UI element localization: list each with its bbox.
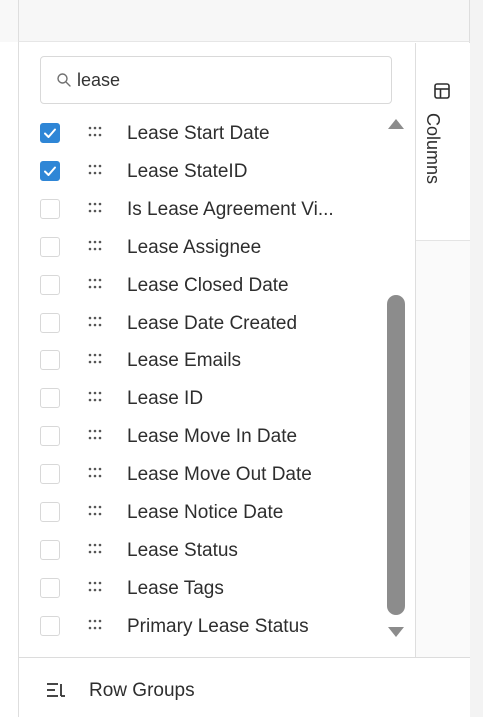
drag-handle-icon[interactable] [88, 277, 102, 291]
drag-handle-icon[interactable] [88, 580, 102, 594]
drag-handle-icon[interactable] [88, 125, 102, 139]
column-list-item[interactable]: Lease Date Created [19, 305, 389, 343]
column-visibility-checkbox[interactable] [40, 539, 60, 560]
column-visibility-checkbox[interactable] [40, 312, 60, 333]
column-visibility-checkbox[interactable] [40, 236, 60, 257]
drag-handle-icon[interactable] [88, 466, 102, 480]
side-bar: Columns [415, 43, 470, 657]
drag-handle-icon[interactable] [88, 352, 102, 366]
drag-handle-icon[interactable] [88, 315, 102, 329]
column-label: Lease Status [127, 539, 238, 561]
column-label: Lease StateID [127, 160, 248, 182]
column-visibility-checkbox[interactable] [40, 577, 60, 598]
column-visibility-checkbox[interactable] [40, 123, 60, 143]
column-visibility-checkbox[interactable] [40, 350, 60, 371]
drag-handle-icon[interactable] [88, 239, 102, 253]
column-label: Lease Tags [127, 577, 224, 599]
columns-list-pane: Lease Start Date Lease StateID Is Lease Ag… [19, 43, 415, 657]
scroll-up-arrow-icon[interactable] [388, 119, 404, 129]
column-label: Lease Date Created [127, 312, 298, 334]
column-list-item[interactable]: Lease Closed Date [19, 267, 389, 305]
column-list-item[interactable]: Lease Status [19, 532, 389, 570]
drag-handle-icon[interactable] [88, 428, 102, 442]
column-label: Lease Emails [127, 350, 242, 372]
column-search-input[interactable] [77, 67, 377, 93]
column-label: Lease Closed Date [127, 274, 289, 296]
checkmark-icon [44, 128, 56, 138]
scrollbar-thumb[interactable] [387, 295, 405, 615]
row-groups-icon [47, 683, 65, 697]
column-label: Lease Start Date [127, 123, 270, 144]
column-visibility-checkbox[interactable] [40, 388, 60, 409]
panel-header-strip [18, 0, 470, 42]
column-visibility-checkbox[interactable] [40, 426, 60, 447]
column-list-item[interactable]: Lease ID [19, 380, 389, 418]
tab-columns[interactable]: Columns [416, 43, 470, 241]
columns-icon [434, 83, 450, 99]
drag-handle-icon[interactable] [88, 618, 102, 632]
column-label: Lease Notice Date [127, 502, 284, 523]
drag-handle-icon[interactable] [88, 390, 102, 404]
drag-handle-icon[interactable] [88, 542, 102, 556]
column-label: Lease Assignee [127, 236, 262, 258]
column-list-item[interactable]: Lease Tags [19, 570, 389, 608]
column-label: Lease ID [127, 388, 204, 410]
column-search-box[interactable] [40, 56, 392, 104]
drag-handle-icon[interactable] [88, 163, 102, 177]
drag-handle-icon[interactable] [88, 504, 102, 518]
column-visibility-checkbox[interactable] [40, 198, 60, 219]
column-visibility-checkbox[interactable] [40, 160, 60, 181]
column-list-item[interactable]: Lease Start Date [19, 115, 389, 153]
column-label: Lease Move In Date [127, 426, 298, 448]
column-list-item[interactable]: Lease Assignee [19, 229, 389, 267]
column-list-item[interactable]: Primary Lease Status [19, 608, 389, 646]
scroll-down-arrow-icon[interactable] [388, 627, 404, 637]
column-list-item[interactable]: Lease Move Out Date [19, 456, 389, 494]
row-groups-label: Row Groups [89, 680, 195, 701]
row-groups-section[interactable]: Row Groups [19, 657, 470, 717]
column-list-item[interactable]: Lease Move In Date [19, 418, 389, 456]
search-icon [57, 73, 71, 87]
column-visibility-checkbox[interactable] [40, 502, 60, 522]
column-list-item[interactable]: Lease Emails [19, 342, 389, 380]
column-list-item[interactable]: Lease Notice Date [19, 494, 389, 532]
column-list-scrollbar[interactable] [386, 119, 406, 659]
column-label: Is Lease Agreement Vi... [127, 198, 334, 220]
column-label: Primary Lease Status [127, 615, 309, 637]
column-list-item[interactable]: Is Lease Agreement Vi... [19, 191, 389, 229]
tab-columns-label: Columns [423, 113, 443, 185]
column-visibility-checkbox[interactable] [40, 274, 60, 295]
column-list-item[interactable]: Lease StateID [19, 153, 389, 191]
drag-handle-icon[interactable] [88, 201, 102, 215]
column-label: Lease Move Out Date [127, 464, 312, 486]
window-right-edge [470, 0, 483, 717]
column-visibility-checkbox[interactable] [40, 464, 60, 485]
checkmark-icon [44, 166, 56, 176]
column-visibility-checkbox[interactable] [40, 615, 60, 636]
